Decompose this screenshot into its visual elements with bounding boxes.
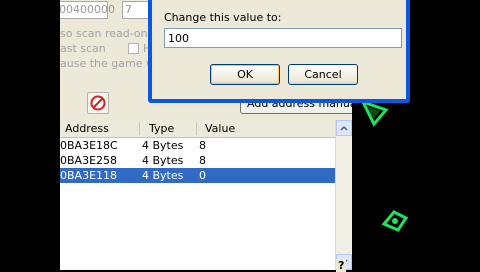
- type-cell: 4 Bytes: [142, 139, 184, 152]
- address-cell: 0BA3E18C: [60, 139, 118, 152]
- value-cell: 8: [199, 139, 206, 152]
- stop-button[interactable]: [87, 92, 109, 114]
- chevron-up-icon: [340, 125, 348, 131]
- change-value-dialog: Change this value to: OK Cancel: [148, 0, 410, 103]
- column-header-address[interactable]: Address: [65, 122, 109, 135]
- change-value-prompt: Change this value to:: [164, 11, 282, 24]
- scroll-up-button[interactable]: [336, 120, 352, 136]
- value-cell: 8: [199, 154, 206, 167]
- hex-checkbox[interactable]: [128, 43, 139, 54]
- address-field[interactable]: 00400000: [60, 1, 115, 19]
- new-value-input[interactable]: [164, 28, 402, 48]
- table-row-selected[interactable]: 0BA3E118 4 Bytes 0: [60, 168, 336, 183]
- table-row[interactable]: 0BA3E258 4 Bytes 8: [60, 153, 336, 168]
- column-divider[interactable]: [139, 122, 140, 135]
- column-header-value[interactable]: Value: [205, 122, 235, 135]
- column-divider[interactable]: [196, 122, 197, 135]
- table-row[interactable]: 0BA3E18C 4 Bytes 8: [60, 138, 336, 153]
- address-list-header: Address Type Value: [60, 120, 336, 138]
- address-cell: 0BA3E258: [60, 154, 118, 167]
- type-cell: 4 Bytes: [142, 154, 184, 167]
- vertical-scrollbar[interactable]: [335, 120, 352, 270]
- address-cell: 0BA3E118: [60, 169, 118, 182]
- value-cell: 0: [199, 169, 206, 182]
- type-cell: 4 Bytes: [142, 169, 184, 182]
- footer-help-glyph: ?: [336, 259, 347, 272]
- cancel-button[interactable]: Cancel: [288, 64, 358, 85]
- ok-button[interactable]: OK: [210, 64, 280, 85]
- stop-icon: [90, 95, 106, 111]
- column-header-type[interactable]: Type: [149, 122, 174, 135]
- game-sprite-bottom: [381, 210, 409, 232]
- fast-scan-option-label: ast scan: [60, 42, 106, 55]
- address-list: Address Type Value 0BA3E18C 4 Bytes 8 0B…: [60, 120, 352, 270]
- dialog-body: Change this value to: OK Cancel: [152, 0, 406, 99]
